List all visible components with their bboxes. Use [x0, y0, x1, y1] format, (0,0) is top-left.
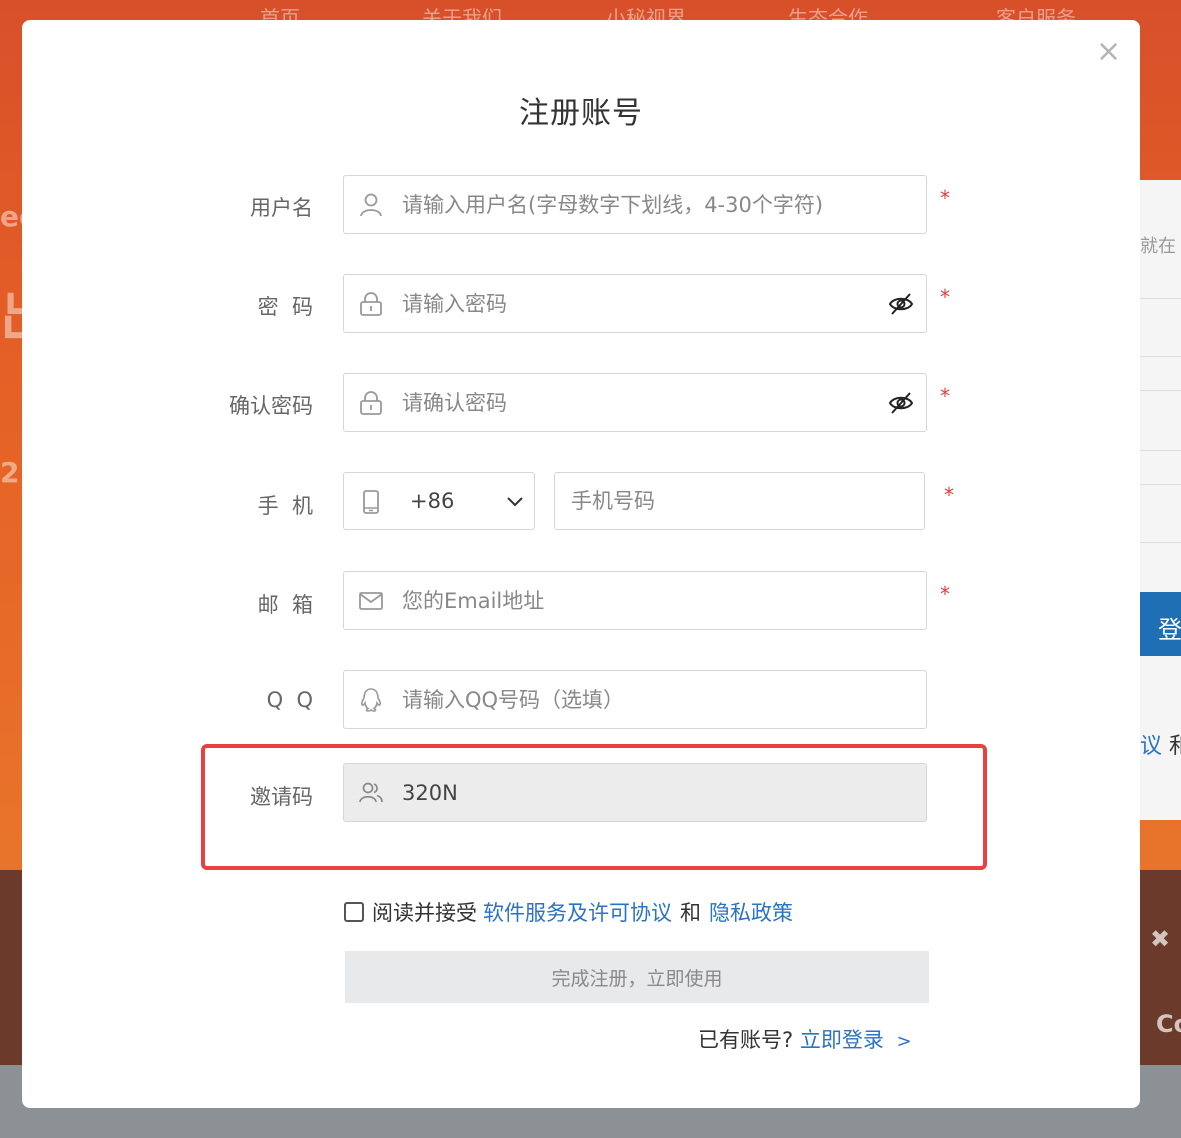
qq-penguin-icon [360, 687, 382, 712]
login-prefix: 已有账号? [698, 1028, 794, 1052]
mobile-phone-icon [363, 490, 379, 514]
qq-input[interactable] [402, 671, 874, 728]
password-input[interactable] [402, 275, 874, 332]
bg-fragment: Co [1156, 1010, 1181, 1038]
eye-slash-icon[interactable] [888, 291, 914, 317]
bg-panel-link: 议 和 [1140, 734, 1181, 759]
required-mark: * [944, 483, 954, 507]
users-icon [359, 782, 383, 802]
agreement-prefix: 阅读并接受 [372, 901, 477, 925]
submit-button[interactable]: 完成注册，立即使用 [345, 951, 929, 1003]
lock-icon [360, 291, 382, 316]
email-field [343, 571, 927, 630]
lock-icon [360, 390, 382, 415]
confirm-password-label: 确认密码 [229, 394, 313, 418]
envelope-icon [359, 591, 383, 610]
password-label: 密 码 [257, 295, 313, 319]
page-title: 注册账号 [519, 96, 643, 131]
agreement-row: 阅读并接受 软件服务及许可协议 和 隐私政策 [344, 898, 793, 926]
phone-label: 手 机 [257, 494, 313, 518]
required-mark: * [940, 285, 950, 309]
confirm-password-input[interactable] [402, 374, 874, 431]
qq-field [343, 670, 927, 729]
required-mark: * [940, 582, 950, 606]
qq-label: Q Q [266, 688, 313, 712]
confirm-password-field [343, 373, 927, 432]
privacy-link[interactable]: 隐私政策 [709, 897, 793, 927]
username-input[interactable] [402, 176, 874, 233]
invite-code-label: 邀请码 [250, 785, 313, 809]
background-login-panel: 就在 登 议 和 [1140, 180, 1181, 820]
country-code-value: +86 [410, 489, 455, 513]
bg-close-icon: ✖ [1150, 925, 1171, 953]
terms-link[interactable]: 软件服务及许可协议 [483, 897, 672, 927]
close-icon[interactable]: × [1096, 37, 1121, 67]
phone-number-field [554, 472, 925, 530]
register-modal: × 注册账号 用户名 * 密 码 * 确认密码 [22, 20, 1140, 1108]
eye-slash-icon[interactable] [888, 390, 914, 416]
agree-checkbox[interactable] [344, 902, 364, 922]
invite-code-input [402, 764, 874, 821]
agreement-conjunction: 和 [680, 901, 701, 925]
login-prompt: 已有账号? 立即登录 > [698, 1024, 912, 1054]
chevron-down-icon [507, 497, 523, 507]
required-mark: * [940, 384, 950, 408]
bg-fragment: 2 [0, 456, 20, 489]
email-input[interactable] [402, 572, 874, 629]
invite-code-field [343, 763, 927, 822]
country-code-select[interactable]: +86 [343, 472, 535, 530]
phone-number-input[interactable] [571, 473, 911, 529]
bg-panel-button: 登 [1140, 592, 1181, 656]
email-label: 邮 箱 [257, 593, 313, 617]
required-mark: * [940, 186, 950, 210]
login-link[interactable]: 立即登录 [800, 1028, 884, 1052]
user-icon [360, 193, 382, 216]
chevron-right-icon[interactable]: > [897, 1031, 912, 1052]
username-field [343, 175, 927, 234]
password-field [343, 274, 927, 333]
username-label: 用户名 [250, 196, 313, 220]
bg-panel-text: 就在 [1140, 236, 1176, 257]
